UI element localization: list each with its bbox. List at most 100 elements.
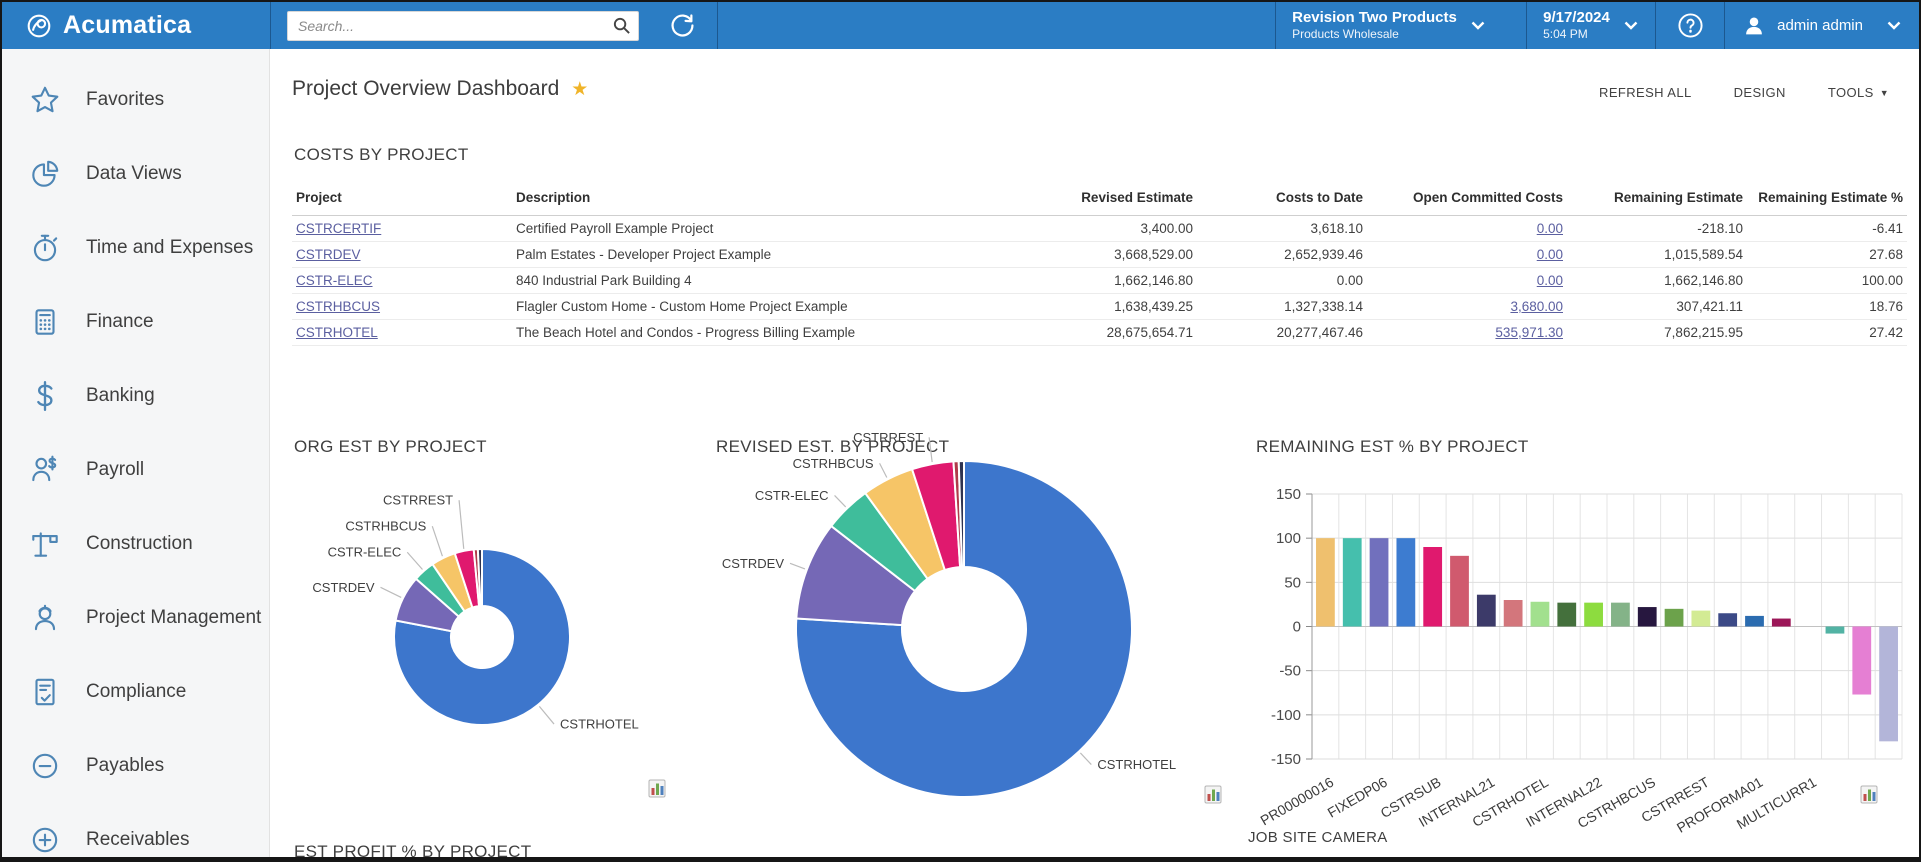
job-site-camera-title: JOB SITE CAMERA bbox=[1248, 829, 1388, 846]
project-link[interactable]: CSTR-ELEC bbox=[296, 273, 373, 288]
svg-text:CSTRHBCUS: CSTRHBCUS bbox=[345, 519, 426, 534]
open-committed-link[interactable]: 0.00 bbox=[1537, 273, 1563, 288]
col-header-costs-to-date: Costs to Date bbox=[1197, 185, 1367, 215]
sidebar-item-compliance[interactable]: Compliance bbox=[2, 655, 269, 729]
tools-button[interactable]: TOOLS ▼ bbox=[1828, 85, 1889, 100]
search-input[interactable] bbox=[287, 11, 639, 41]
plus-circle-icon bbox=[28, 823, 62, 857]
sidebar: Favorites Data Views Time and Expenses bbox=[2, 49, 270, 857]
open-committed-link[interactable]: 535,971.30 bbox=[1495, 325, 1563, 340]
chart-type-icon[interactable] bbox=[1204, 785, 1223, 805]
sidebar-item-label: Finance bbox=[86, 311, 154, 333]
table-row: CSTRHBCUSFlagler Custom Home - Custom Ho… bbox=[292, 293, 1907, 319]
open-committed-link[interactable]: 0.00 bbox=[1537, 247, 1563, 262]
sidebar-item-finance[interactable]: Finance bbox=[2, 285, 269, 359]
sidebar-item-label: Banking bbox=[86, 385, 155, 407]
sidebar-item-construction[interactable]: Construction bbox=[2, 507, 269, 581]
project-link[interactable]: CSTRHBCUS bbox=[296, 299, 380, 314]
svg-text:50: 50 bbox=[1284, 574, 1301, 591]
svg-text:-100: -100 bbox=[1271, 707, 1301, 724]
sidebar-item-payroll[interactable]: Payroll bbox=[2, 433, 269, 507]
dollar-icon bbox=[28, 379, 62, 413]
svg-text:-50: -50 bbox=[1279, 663, 1301, 680]
pie-chart-icon bbox=[28, 157, 62, 191]
remaining-est-bar-chart[interactable]: 150100500-50-100-150PR00000016FIXEDP06CS… bbox=[1250, 441, 1921, 861]
sidebar-item-project-management[interactable]: Project Management bbox=[2, 581, 269, 655]
sidebar-item-favorites[interactable]: Favorites bbox=[2, 63, 269, 137]
crane-icon bbox=[28, 527, 62, 561]
table-row: CSTR-ELEC840 Industrial Park Building 41… bbox=[292, 267, 1907, 293]
person-dollar-icon bbox=[28, 453, 62, 487]
user-menu[interactable]: admin admin bbox=[1725, 2, 1919, 49]
table-row: CSTRCERTIFCertified Payroll Example Proj… bbox=[292, 215, 1907, 241]
worker-icon bbox=[28, 601, 62, 635]
minus-circle-icon bbox=[28, 749, 62, 783]
sidebar-item-label: Construction bbox=[86, 533, 193, 555]
sidebar-item-label: Data Views bbox=[86, 163, 182, 185]
project-link[interactable]: CSTRDEV bbox=[296, 247, 361, 262]
tools-label: TOOLS bbox=[1828, 85, 1874, 100]
sidebar-item-banking[interactable]: Banking bbox=[2, 359, 269, 433]
page-title: Project Overview Dashboard bbox=[292, 77, 559, 101]
refresh-all-button[interactable]: REFRESH ALL bbox=[1599, 85, 1692, 100]
col-header-project: Project bbox=[292, 185, 512, 215]
sidebar-item-label: Payroll bbox=[86, 459, 144, 481]
svg-text:PR00000016: PR00000016 bbox=[1257, 774, 1336, 829]
sidebar-item-label: Compliance bbox=[86, 681, 186, 703]
dashboard-content: Project Overview Dashboard ★ REFRESH ALL… bbox=[270, 49, 1919, 857]
svg-text:-150: -150 bbox=[1271, 751, 1301, 768]
tenant-name: Revision Two Products bbox=[1292, 9, 1457, 28]
brand-name: Acumatica bbox=[63, 11, 191, 40]
topbar-divider bbox=[717, 2, 718, 49]
sidebar-item-time-and-expenses[interactable]: Time and Expenses bbox=[2, 211, 269, 285]
recent-history-button[interactable] bbox=[647, 2, 717, 49]
sidebar-item-label: Time and Expenses bbox=[86, 237, 253, 259]
chart-type-icon[interactable] bbox=[648, 779, 667, 799]
project-link[interactable]: CSTRHOTEL bbox=[296, 325, 378, 340]
svg-text:CSTRHOTEL: CSTRHOTEL bbox=[1097, 757, 1176, 772]
user-name: admin admin bbox=[1777, 17, 1863, 34]
top-bar: Acumatica Revision Two Products Products bbox=[2, 2, 1919, 49]
svg-text:CSTRREST: CSTRREST bbox=[853, 430, 923, 445]
svg-text:100: 100 bbox=[1276, 530, 1301, 547]
favorite-star-icon[interactable]: ★ bbox=[571, 78, 588, 101]
col-header-revised-estimate: Revised Estimate bbox=[952, 185, 1197, 215]
open-committed-link[interactable]: 3,680.00 bbox=[1510, 299, 1563, 314]
svg-text:150: 150 bbox=[1276, 486, 1301, 503]
business-date-menu[interactable]: 9/17/2024 5:04 PM bbox=[1527, 2, 1655, 49]
col-header-remaining-estimate: Remaining Estimate bbox=[1567, 185, 1747, 215]
chart-type-icon[interactable] bbox=[1860, 785, 1879, 805]
costs-by-project-table: Project Description Revised Estimate Cos… bbox=[292, 185, 1907, 346]
design-button[interactable]: DESIGN bbox=[1734, 85, 1786, 100]
topbar-divider bbox=[270, 2, 271, 49]
sidebar-item-data-views[interactable]: Data Views bbox=[2, 137, 269, 211]
table-row: CSTRDEVPalm Estates - Developer Project … bbox=[292, 241, 1907, 267]
chevron-down-icon: ▼ bbox=[1880, 88, 1889, 98]
chevron-down-icon bbox=[1471, 17, 1485, 35]
svg-text:CSTRDEV: CSTRDEV bbox=[312, 580, 374, 595]
svg-text:CSTR-ELEC: CSTR-ELEC bbox=[755, 488, 829, 503]
tenant-menu[interactable]: Revision Two Products Products Wholesale bbox=[1276, 2, 1526, 49]
acumatica-logo[interactable]: Acumatica bbox=[2, 2, 270, 49]
org-est-donut-chart[interactable]: CSTRHOTELCSTRDEVCSTR-ELECCSTRHBCUSCSTRRE… bbox=[278, 451, 698, 781]
col-header-remaining-pct: Remaining Estimate % bbox=[1747, 185, 1907, 215]
sidebar-item-receivables[interactable]: Receivables bbox=[2, 803, 269, 857]
search-icon[interactable] bbox=[612, 16, 631, 40]
svg-text:CSTRREST: CSTRREST bbox=[383, 493, 453, 508]
open-committed-link[interactable]: 0.00 bbox=[1537, 221, 1563, 236]
sidebar-item-payables[interactable]: Payables bbox=[2, 729, 269, 803]
business-date: 9/17/2024 bbox=[1543, 9, 1610, 28]
sidebar-item-label: Receivables bbox=[86, 829, 190, 851]
revised-est-donut-chart[interactable]: CSTRHOTELCSTRDEVCSTR-ELECCSTRHBCUSCSTRRE… bbox=[706, 449, 1254, 821]
user-icon bbox=[1741, 13, 1767, 39]
svg-text:CSTRHOTEL: CSTRHOTEL bbox=[560, 717, 639, 732]
calculator-icon bbox=[28, 305, 62, 339]
project-link[interactable]: CSTRCERTIF bbox=[296, 221, 381, 236]
chevron-down-icon bbox=[1887, 17, 1901, 35]
sidebar-item-label: Payables bbox=[86, 755, 164, 777]
table-header-row: Project Description Revised Estimate Cos… bbox=[292, 185, 1907, 215]
costs-widget-title: COSTS BY PROJECT bbox=[294, 145, 469, 165]
svg-text:CSTRHBCUS: CSTRHBCUS bbox=[793, 456, 874, 471]
help-button[interactable] bbox=[1656, 2, 1724, 49]
help-icon bbox=[1677, 12, 1704, 39]
